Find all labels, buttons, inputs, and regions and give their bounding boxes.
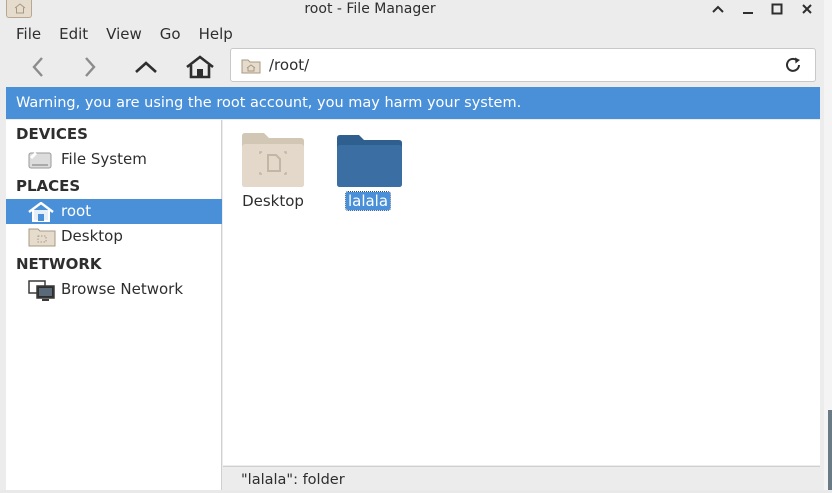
- titlebar[interactable]: root - File Manager: [0, 0, 824, 20]
- menu-go[interactable]: Go: [151, 22, 190, 46]
- folder-icon: [337, 132, 403, 191]
- home-folder-icon: [241, 58, 261, 78]
- minimize-icon[interactable]: [738, 0, 758, 18]
- sidebar-item-desktop[interactable]: Desktop: [6, 224, 222, 249]
- file-item-label: lalala: [344, 191, 392, 211]
- status-text: "lalala": folder: [241, 472, 345, 488]
- sidebar-item-label: Browse Network: [61, 280, 184, 298]
- file-item-label: Desktop: [242, 192, 304, 210]
- sidebar-item-label: root: [61, 202, 92, 220]
- file-manager-window: root - File Manager File Edit View Go He…: [0, 0, 824, 490]
- desktop-folder-icon: [242, 132, 306, 192]
- sidebar-heading-network: NETWORK: [16, 255, 102, 273]
- home-icon: [186, 55, 214, 79]
- sidebar-item-file-system[interactable]: File System: [6, 147, 222, 172]
- sidebar-heading-places: PLACES: [16, 177, 81, 195]
- file-view[interactable]: Desktop lalala: [223, 120, 820, 465]
- menu-view[interactable]: View: [97, 22, 151, 46]
- home-icon: [28, 201, 54, 226]
- maximize-up-icon[interactable]: [708, 0, 728, 18]
- back-arrow-icon: [32, 57, 43, 77]
- network-icon: [28, 280, 56, 306]
- reload-icon[interactable]: [785, 57, 803, 77]
- sidebar: DEVICES File System PLACES root Desktop …: [6, 120, 222, 490]
- sidebar-item-label: Desktop: [61, 227, 123, 245]
- file-item-lalala[interactable]: lalala: [328, 120, 408, 211]
- up-button[interactable]: [128, 50, 164, 84]
- up-arrow-icon: [135, 61, 157, 73]
- sidebar-item-root[interactable]: root: [6, 199, 222, 224]
- menu-edit[interactable]: Edit: [50, 22, 97, 46]
- maximize-icon[interactable]: [767, 0, 787, 18]
- desktop-edge: [824, 0, 832, 490]
- sidebar-item-browse-network[interactable]: Browse Network: [6, 277, 222, 302]
- back-button[interactable]: [20, 50, 56, 84]
- forward-arrow-icon: [85, 57, 96, 77]
- menu-file[interactable]: File: [0, 22, 50, 46]
- home-button[interactable]: [182, 50, 218, 84]
- close-icon[interactable]: [797, 0, 817, 18]
- drive-icon: [28, 150, 52, 174]
- sidebar-item-label: File System: [61, 150, 147, 168]
- forward-button[interactable]: [72, 50, 108, 84]
- location-bar[interactable]: /root/: [230, 48, 816, 82]
- location-path[interactable]: /root/: [269, 49, 309, 81]
- menubar: File Edit View Go Help: [0, 22, 824, 46]
- sidebar-heading-devices: DEVICES: [16, 125, 88, 143]
- menu-help[interactable]: Help: [190, 22, 242, 46]
- statusbar: "lalala": folder: [223, 466, 820, 490]
- root-warning-banner: Warning, you are using the root account,…: [6, 87, 820, 119]
- desktop-folder-icon: [28, 227, 56, 251]
- file-item-desktop[interactable]: Desktop: [233, 120, 313, 210]
- window-title: root - File Manager: [304, 1, 436, 17]
- toolbar: /root/: [0, 48, 824, 86]
